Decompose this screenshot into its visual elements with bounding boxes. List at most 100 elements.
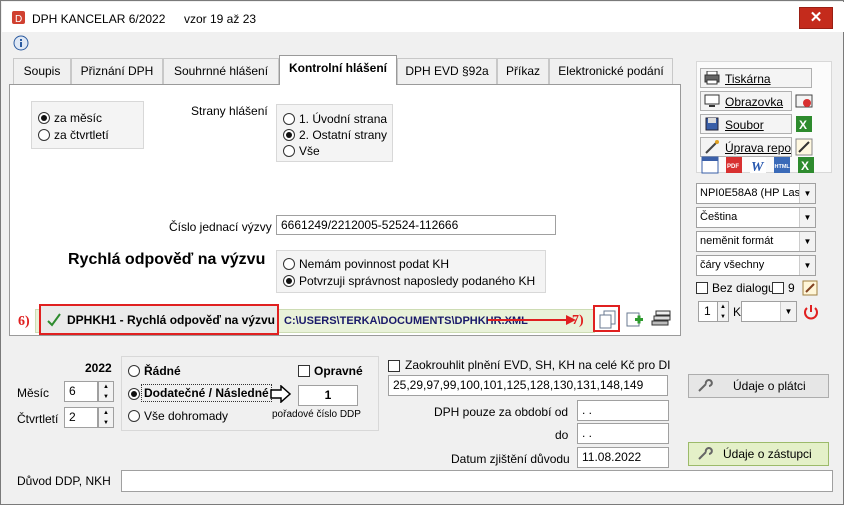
dodatecne-radio[interactable] <box>128 388 140 400</box>
chevron-down-icon: ▼ <box>799 256 815 275</box>
obdobi-do-input[interactable]: . . <box>577 423 669 444</box>
tab-kontrolni-hlaseni[interactable]: Kontrolní hlášení <box>279 55 397 85</box>
excel-export-icon[interactable]: X <box>797 156 815 174</box>
html-icon[interactable]: HTML <box>773 156 791 174</box>
close-button[interactable]: ✕ <box>799 7 833 29</box>
printer-select[interactable]: NPI0E58A8 (HP Lase ▼ <box>696 183 816 204</box>
radne-label: Řádné <box>144 364 181 378</box>
tab-elektronicke-podani[interactable]: Elektronické podání <box>549 58 673 84</box>
strany-all-radio[interactable] <box>283 145 295 157</box>
copies-spinner[interactable]: ▲ ▼ <box>717 301 729 322</box>
magic-wand-icon <box>705 140 719 154</box>
nine-checkbox[interactable] <box>772 282 784 294</box>
title-bar: D DPH KANCELAR 6/2022 vzor 19 až 23 ✕ <box>2 2 844 32</box>
period-quarter-label: za čtvrtletí <box>54 128 109 142</box>
obdobi-label: DPH pouze za období od <box>434 405 569 419</box>
ctvrtleti-spinner[interactable]: ▲ ▼ <box>98 407 114 428</box>
cislo-input[interactable]: 6661249/2212005-52524-112666 <box>276 215 556 235</box>
rychla-1-radio[interactable] <box>283 258 295 270</box>
app-icon: D <box>12 11 25 25</box>
tiskarna-label: Tiskárna <box>725 72 771 86</box>
tab-dph-evd[interactable]: DPH EVD §92a <box>397 58 497 84</box>
printer-icon <box>704 71 720 85</box>
opravne-checkbox[interactable] <box>298 365 310 377</box>
uprava-button[interactable]: Úprava repor <box>700 137 792 157</box>
mesic-spinner[interactable]: ▲ ▼ <box>98 381 114 402</box>
strany-2-radio[interactable] <box>283 129 295 141</box>
copies-input[interactable]: 1 <box>698 301 718 322</box>
year-label: 2022 <box>85 361 112 375</box>
svg-text:W: W <box>751 160 765 174</box>
language-select[interactable]: Čeština ▼ <box>696 207 816 228</box>
obdobi-od-input[interactable]: . . <box>577 400 669 421</box>
zaokrouhlit-checkbox[interactable] <box>388 360 400 372</box>
lines-select-value: čáry všechny <box>700 259 765 271</box>
rychla-2-radio[interactable] <box>283 275 295 287</box>
bez-dialogu-checkbox[interactable] <box>696 282 708 294</box>
poradove-label: pořadové číslo DDP <box>272 409 361 420</box>
chevron-down-icon: ▼ <box>780 302 796 321</box>
strany-1-radio[interactable] <box>283 113 295 125</box>
opravne-label: Opravné <box>314 364 363 378</box>
mesic-label: Měsíc <box>17 386 50 400</box>
format-select[interactable]: neměnit formát ▼ <box>696 231 816 252</box>
add-document-icon[interactable] <box>626 311 644 329</box>
arrow-right-icon <box>270 385 292 403</box>
svg-text:HTML: HTML <box>775 164 791 170</box>
edit-report-icon[interactable] <box>795 138 813 156</box>
marker-6: 6) <box>18 314 30 329</box>
obrazovka-button[interactable]: Obrazovka <box>700 91 792 111</box>
udaje-zastupci-button[interactable]: Údaje o zástupci <box>688 442 829 466</box>
calendar-icon[interactable] <box>701 156 719 174</box>
svg-text:X: X <box>801 159 809 173</box>
obrazovka-label: Obrazovka <box>725 95 784 109</box>
output-panel: Tiskárna Obrazovka Soubor X Úprava repor… <box>696 61 832 174</box>
svg-text:D: D <box>15 14 22 25</box>
lines-select[interactable]: čáry všechny ▼ <box>696 255 816 276</box>
excel-icon[interactable]: X <box>795 115 813 133</box>
wrench-icon <box>698 447 713 460</box>
vse-radio[interactable] <box>128 410 140 422</box>
word-icon[interactable]: W <box>749 156 767 174</box>
k-select[interactable]: ▼ <box>741 301 797 322</box>
soubor-button[interactable]: Soubor <box>700 114 792 134</box>
format-select-value: neměnit formát <box>700 235 774 247</box>
tab-souhrnne-hlaseni[interactable]: Souhrnné hlášení <box>163 58 279 84</box>
period-quarter-radio[interactable] <box>38 129 50 141</box>
tab-prikaz[interactable]: Příkaz <box>497 58 549 84</box>
udaje-zastupci-label: Údaje o zástupci <box>723 447 812 461</box>
vse-label: Vše dohromady <box>144 409 229 423</box>
tab-priznani-dph[interactable]: Přiznání DPH <box>71 58 163 84</box>
main-window: D DPH KANCELAR 6/2022 vzor 19 až 23 ✕ So… <box>0 0 844 505</box>
period-month-label: za měsíc <box>54 111 103 125</box>
poradove-input[interactable]: 1 <box>298 385 358 406</box>
rychla-1-label: Nemám povinnost podat KH <box>299 257 450 271</box>
email-icon[interactable] <box>795 92 813 110</box>
cislo-label: Číslo jednací výzvy <box>169 220 272 234</box>
settings-icon[interactable] <box>802 280 818 296</box>
period-month-radio[interactable] <box>38 112 50 124</box>
copy-file-button[interactable] <box>593 305 620 332</box>
bez-dialogu-label: Bez dialogu <box>712 281 775 295</box>
ctvrtleti-input[interactable]: 2 <box>64 407 98 428</box>
power-icon[interactable] <box>802 303 820 321</box>
duvod-input[interactable] <box>121 470 833 492</box>
tiskarna-button[interactable]: Tiskárna <box>700 68 812 88</box>
datum-input[interactable]: 11.08.2022 <box>577 447 669 468</box>
nine-label: 9 <box>788 281 795 295</box>
dphkh1-button[interactable]: DPHKH1 - Rychlá odpověď na výzvu <box>39 304 279 335</box>
pdf-icon[interactable]: PDF <box>725 156 743 174</box>
tab-soupis[interactable]: Soupis <box>13 58 71 84</box>
window-title: DPH KANCELAR 6/2022 <box>32 12 166 26</box>
file-icon <box>705 117 719 131</box>
radne-radio[interactable] <box>128 365 140 377</box>
info-icon[interactable] <box>13 35 29 51</box>
list-input[interactable]: 25,29,97,99,100,101,125,128,130,131,148,… <box>388 375 668 396</box>
k-label: K <box>733 305 742 319</box>
mesic-input[interactable]: 6 <box>64 381 98 402</box>
monitor-icon <box>704 94 720 107</box>
dodatecne-label: Dodatečné / Následné <box>141 384 272 402</box>
udaje-platci-button[interactable]: Údaje o plátci <box>688 374 829 398</box>
chevron-down-icon: ▼ <box>799 232 815 251</box>
stack-icon[interactable] <box>650 309 672 331</box>
